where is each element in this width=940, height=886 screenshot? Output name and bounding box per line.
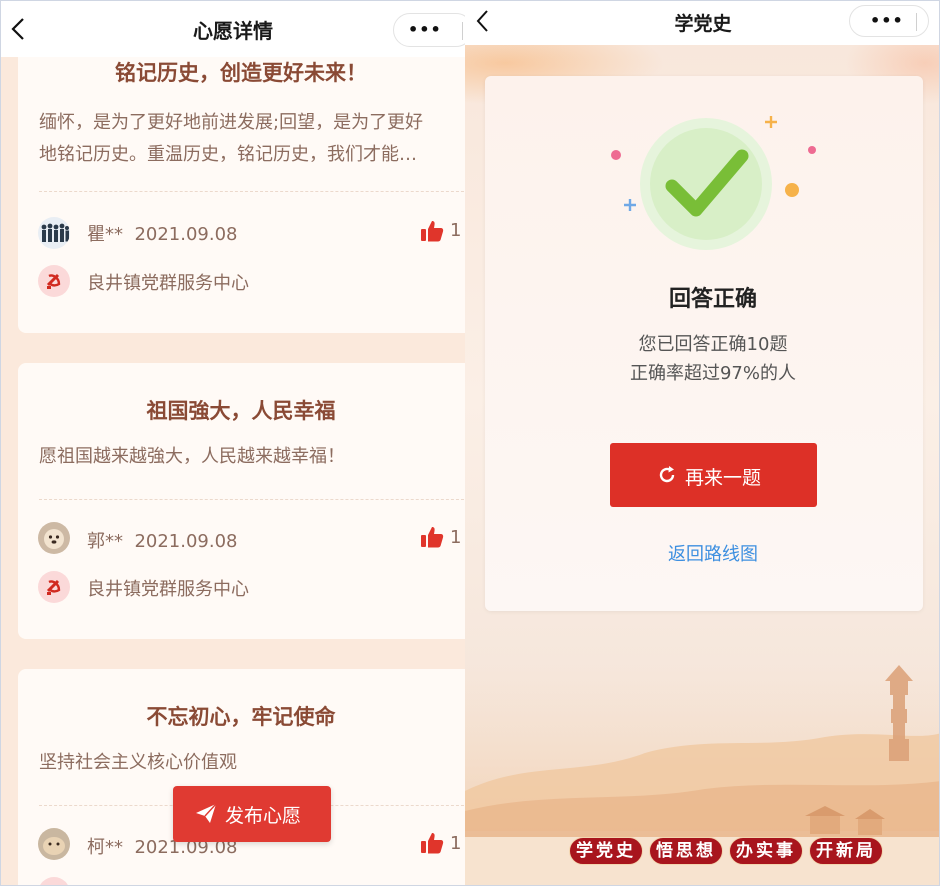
result-title: 回答正确 [668,287,757,312]
wish-body-line: 愿祖国越来越強大，人民越来越幸福！ [39,446,345,467]
slogan-banner: 学党史 悟思想 办实事 开新局 [569,837,883,867]
confetti-decor [611,116,816,211]
wish-body-line: 地铭记历史。重温历史，铭记历史，我们才能… [39,144,417,165]
dashed-divider [39,499,465,500]
author-name: 瞿** [87,224,123,245]
avatar [38,217,70,249]
slogan-pill: 悟思想 [649,837,723,865]
org-name: 良井镇党群服务中心 [87,579,249,600]
author-name: 柯** [87,837,123,858]
more-dots-icon[interactable]: ••• [870,13,904,29]
wish-body-line: 缅怀，是为了更好地前进发展;回望，是为了更好 [39,112,424,133]
correct-count-text: 您已回答正确10题 [638,334,788,355]
thumbs-up-icon[interactable] [420,525,444,549]
wish-body: 坚持社会主义核心价值观 [39,747,465,779]
result-card: 回答正确 您已回答正确10题 正确率超过97%的人 再来一题 返回路线图 [485,76,923,611]
slogan-pill: 办实事 [729,837,803,865]
org-name: 良井镇党群服务中心 [87,273,249,294]
avatar [38,828,70,860]
top-nav-bar: 心愿详情 ••• [1,1,465,57]
like-count: 1 [450,527,462,548]
wish-title: 祖国強大，人民幸福 [146,399,336,423]
refresh-icon [659,466,675,483]
avatar [38,522,70,554]
capsule-divider [916,13,917,31]
quiz-result-screen: 学党史 ••• 回答正确 您已回答正确10题 正确率超过97%的人 再来一题 返… [465,1,939,885]
capsule-divider [462,22,463,40]
mini-program-capsule: ••• [849,5,929,37]
post-date: 2021.09.08 [134,224,238,245]
top-nav-bar: 学党史 ••• [465,1,939,45]
accuracy-text: 正确率超过97%的人 [629,363,796,384]
slogan-pill: 开新局 [809,837,883,865]
author-name: 郭** [87,531,123,552]
author-meta: 郭** 2021.09.08 [87,527,238,553]
post-date: 2021.09.08 [134,531,238,552]
group-people-avatar-icon [38,217,70,249]
screenshot-frame: 心愿详情 ••• 铭记历史，创造更好未来！ 缅怀，是为了更好地前进发展;回望，是… [0,0,940,886]
mini-program-capsule: ••• [393,13,465,47]
wish-body: 愿祖国越来越強大，人民越来越幸福！ [39,441,465,473]
wish-detail-screen: 心愿详情 ••• 铭记历史，创造更好未来！ 缅怀，是为了更好地前进发展;回望，是… [1,1,465,885]
more-dots-icon[interactable]: ••• [408,22,442,38]
dashed-divider [39,191,465,192]
like-count: 1 [450,220,462,241]
wish-body: 缅怀，是为了更好地前进发展;回望，是为了更好 地铭记历史。重温历史，铭记历史，我… [39,107,465,171]
pet-avatar-icon [38,828,70,860]
paper-plane-icon [196,803,217,823]
like-count: 1 [450,833,462,854]
back-to-route-link[interactable]: 返回路线图 [485,540,939,566]
next-question-label: 再来一题 [685,467,762,489]
publish-wish-label: 发布心愿 [225,805,302,827]
next-question-button[interactable]: 再来一题 [610,443,817,507]
thumbs-up-icon[interactable] [420,831,444,855]
party-emblem-icon [38,571,70,603]
party-emblem-icon [38,877,70,885]
slogan-pill: 学党史 [569,837,643,865]
wish-body-line: 坚持社会主义核心价值观 [39,752,237,773]
party-emblem-icon [38,265,70,297]
wish-title: 铭记历史，创造更好未来！ [115,61,367,85]
author-meta: 瞿** 2021.09.08 [87,220,238,246]
thumbs-up-icon[interactable] [420,219,444,243]
dog-avatar-icon [38,522,70,554]
wish-card[interactable]: 祖国強大，人民幸福 愿祖国越来越強大，人民越来越幸福！ 郭** 2021.09.… [18,363,465,639]
publish-wish-button[interactable]: 发布心愿 [173,786,331,842]
wish-card[interactable]: 不忘初心，牢记使命 坚持社会主义核心价值观 柯** 2021.09.08 1 [18,669,465,885]
wish-title: 不忘初心，牢记使命 [146,705,336,729]
